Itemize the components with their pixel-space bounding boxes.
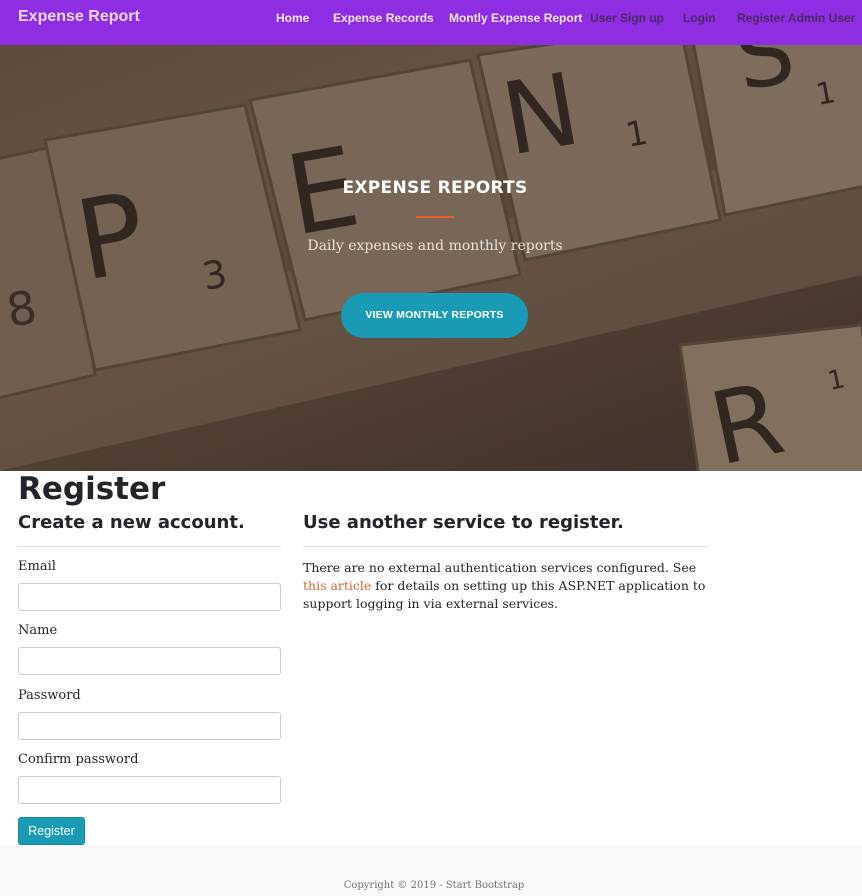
divider: [18, 546, 281, 547]
nav-link-home[interactable]: Home: [276, 11, 309, 25]
confirm-password-field[interactable]: [18, 776, 281, 804]
password-field[interactable]: [18, 712, 281, 740]
hero-section: 8 P 3 E N 1 S 1 R 1 EXPENSE REPORTS Dail…: [0, 45, 862, 471]
external-services-heading: Use another service to register.: [303, 512, 624, 533]
external-services-text: There are no external authentication ser…: [303, 559, 713, 613]
navbar: Expense Report Home Expense Records Mont…: [0, 0, 862, 45]
register-button[interactable]: Register: [18, 817, 85, 845]
password-label: Password: [18, 688, 81, 703]
email-label: Email: [18, 559, 56, 574]
navbar-brand[interactable]: Expense Report: [18, 8, 140, 26]
nav-link-expense-records[interactable]: Expense Records: [333, 11, 434, 25]
divider: [303, 546, 708, 547]
hero-divider: [416, 216, 454, 218]
footer: Copyright © 2019 - Start Bootstrap: [0, 845, 862, 896]
confirm-password-label: Confirm password: [18, 752, 139, 767]
hero-overlay: [0, 45, 862, 471]
name-label: Name: [18, 623, 58, 638]
hero-title: EXPENSE REPORTS: [342, 178, 528, 198]
this-article-link[interactable]: this article: [303, 578, 371, 593]
nav-link-login[interactable]: Login: [683, 11, 716, 25]
copyright-text: Copyright © 2019 - Start Bootstrap: [343, 880, 525, 891]
view-monthly-reports-button[interactable]: VIEW MONTHLY REPORTS: [341, 293, 528, 338]
nav-link-register-admin-user[interactable]: Register Admin User: [737, 11, 855, 25]
page-title: Register: [18, 471, 166, 507]
name-field[interactable]: [18, 647, 281, 675]
create-account-heading: Create a new account.: [18, 512, 245, 533]
nav-link-user-sign-up[interactable]: User Sign up: [590, 11, 664, 25]
external-text-before: There are no external authentication ser…: [303, 560, 697, 575]
email-field[interactable]: [18, 583, 281, 611]
hero-background-image: 8 P 3 E N 1 S 1 R 1: [0, 45, 862, 471]
hero-subtitle: Daily expenses and monthly reports: [307, 238, 563, 254]
nav-link-monthly-expense-report[interactable]: Montly Expense Report: [449, 11, 582, 25]
